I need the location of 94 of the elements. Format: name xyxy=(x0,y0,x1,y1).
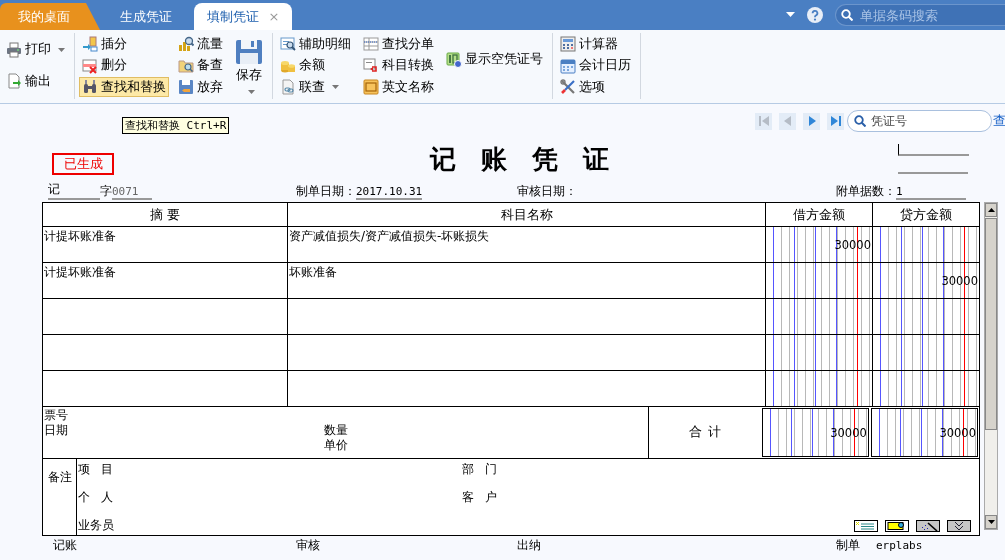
ribbon-button[interactable]: 英文名称 xyxy=(360,77,437,97)
field-label: 业务员 xyxy=(78,517,114,534)
tab[interactable]: 生成凭证 xyxy=(100,3,192,30)
calendar-icon xyxy=(560,57,576,74)
first-page-icon xyxy=(756,114,771,128)
ribbon-button[interactable]: 选项 xyxy=(557,77,634,97)
table-cell[interactable]: 计提坏账准备 xyxy=(43,227,288,262)
ribbon-button[interactable]: 输出 xyxy=(3,71,68,92)
tooltip: 查找和替换 Ctrl+R xyxy=(122,117,230,134)
down-arrow-icon[interactable] xyxy=(987,520,995,524)
magnifier-document-icon xyxy=(280,36,296,52)
ribbon-button[interactable]: 保存 xyxy=(232,34,266,96)
document-link-icon xyxy=(280,79,296,95)
folder-search-icon xyxy=(178,57,194,74)
binoculars-icon xyxy=(82,79,98,95)
caret-icon[interactable] xyxy=(786,12,795,18)
last-button[interactable] xyxy=(827,112,844,130)
field-label: 单价 xyxy=(324,438,348,453)
total-label: 合 计 xyxy=(688,423,722,441)
export-icon xyxy=(6,73,22,90)
chart-search-icon xyxy=(178,36,194,52)
ribbon-button[interactable]: 余额 xyxy=(277,55,354,76)
help-icon[interactable] xyxy=(807,7,823,23)
signature-label: 审核 xyxy=(296,536,320,554)
up-arrow-icon[interactable] xyxy=(987,208,995,212)
ribbon-button[interactable]: 联查 xyxy=(277,77,354,97)
signature-value: erplabs xyxy=(876,538,923,552)
ribbon-button[interactable]: 查找分单 xyxy=(360,34,437,54)
search-icon xyxy=(854,115,866,127)
input-field[interactable] xyxy=(898,144,969,156)
wand-icon[interactable] xyxy=(916,520,940,532)
ribbon-button[interactable]: 放弃 xyxy=(175,77,226,97)
ribbon-button[interactable]: 科目转换 xyxy=(360,55,437,76)
last-page-icon xyxy=(828,114,843,128)
scrollbar[interactable] xyxy=(984,202,998,530)
field-label: 审核日期： xyxy=(517,183,577,200)
table-cell[interactable]: 坏账准备 xyxy=(288,263,766,298)
delete-icon xyxy=(82,57,98,74)
field-label: 字 xyxy=(100,183,112,200)
signature-label: 记账 xyxy=(53,536,77,554)
insert-icon xyxy=(82,36,98,52)
field-label: 部 门 xyxy=(462,461,498,478)
ribbon-button[interactable]: 打印 xyxy=(3,39,68,60)
table-icon xyxy=(363,36,379,52)
voucher-title: 记 账 凭 证 xyxy=(430,143,612,176)
status-stamp: 已生成 xyxy=(52,153,114,175)
table-cell[interactable]: 资产减值损失/资产减值损失-坏账损失 xyxy=(288,227,766,262)
card-icon[interactable] xyxy=(885,520,909,532)
convert-icon xyxy=(363,57,379,74)
voucher-number-field[interactable]: 0071 xyxy=(112,185,152,200)
calculator-icon xyxy=(560,36,576,52)
ribbon-button[interactable]: 计算器 xyxy=(557,34,634,54)
field-label: 数量 xyxy=(324,423,348,438)
field-label: 个 人 xyxy=(78,489,114,506)
field-label: 客 户 xyxy=(462,489,498,506)
badge-icon xyxy=(446,51,462,68)
scrollbar-thumb[interactable] xyxy=(985,218,997,430)
table-cell[interactable]: 计提坏账准备 xyxy=(43,263,288,298)
field-label: 备注 xyxy=(47,469,72,486)
search-link[interactable]: 查 xyxy=(993,112,1005,130)
double-chevron-icon[interactable] xyxy=(947,520,971,532)
field-label: 制单日期： xyxy=(296,183,356,200)
date-field[interactable]: 2017.10.31 xyxy=(356,185,423,200)
ribbon-button[interactable]: 会计日历 xyxy=(557,55,634,76)
printer-icon xyxy=(6,41,22,58)
signature-label: 出纳 xyxy=(517,536,541,554)
signature-label: 制单 xyxy=(836,536,860,554)
save-icon xyxy=(235,39,263,65)
tools-icon xyxy=(560,79,576,95)
column-header: 科目名称 xyxy=(288,203,766,226)
search-field[interactable]: 单据条码搜索 xyxy=(835,4,1005,26)
attachments-field[interactable]: 1 xyxy=(896,185,966,200)
ribbon-button[interactable]: 显示空凭证号 xyxy=(443,49,546,70)
tile-icon xyxy=(363,79,379,95)
field-label: 票号 xyxy=(44,408,68,423)
tab[interactable]: 填制凭证 × xyxy=(194,3,292,30)
voucher-type-field[interactable]: 记 xyxy=(48,181,100,200)
ribbon-button[interactable]: 辅助明细 xyxy=(277,34,354,54)
search-icon xyxy=(841,9,853,21)
floppy-icon xyxy=(178,79,194,95)
ribbon-button[interactable]: 插分 xyxy=(79,34,169,54)
column-header: 贷方金额 xyxy=(899,206,953,224)
column-header: 借方金额 xyxy=(766,203,873,226)
next-button[interactable] xyxy=(803,112,820,130)
ribbon-button[interactable]: 备查 xyxy=(175,55,226,76)
column-header: 摘 要 xyxy=(43,203,288,226)
field-label: 附单据数： xyxy=(836,183,896,200)
note-icon[interactable] xyxy=(854,520,878,532)
voucher-search-field[interactable]: 凭证号 xyxy=(847,110,992,132)
field-label: 项 目 xyxy=(78,461,114,478)
ribbon-button[interactable]: 查找和替换 xyxy=(79,77,169,97)
ribbon-button[interactable]: 删分 xyxy=(79,55,169,76)
field-label: 日期 xyxy=(44,423,68,438)
ribbon-button[interactable]: 流量 xyxy=(175,34,226,54)
